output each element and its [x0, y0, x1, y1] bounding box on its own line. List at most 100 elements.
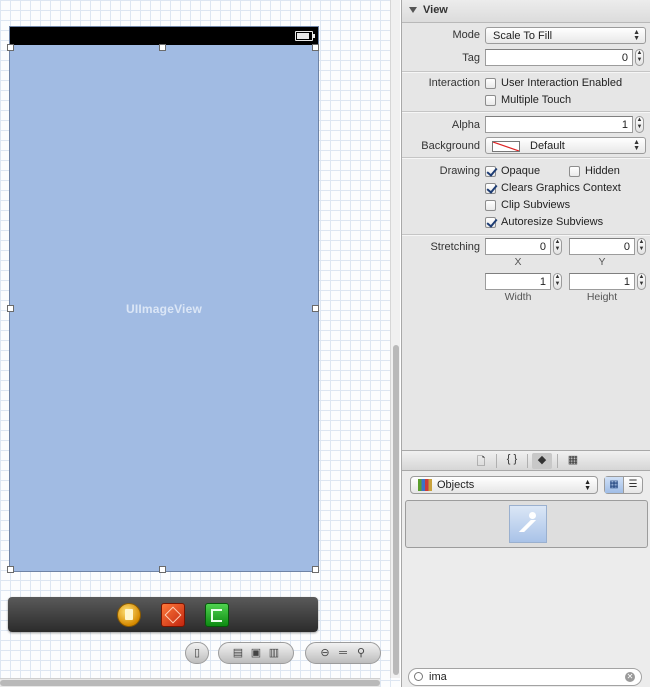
opaque-checkbox[interactable]: Opaque — [485, 164, 540, 178]
library-tab-bar: 🗋 { } ◆ ▦ — [401, 450, 650, 471]
library-search-value: ima — [429, 671, 447, 683]
separator — [402, 71, 650, 73]
vertical-scroll-thumb[interactable] — [393, 345, 399, 675]
image-view-label: UIImageView — [125, 302, 202, 316]
stretch-height-stepper[interactable]: ▲ ▼ — [637, 273, 646, 290]
tag-field[interactable]: 0 — [485, 49, 633, 66]
battery-icon — [295, 31, 315, 41]
user-interaction-checkbox[interactable]: User Interaction Enabled — [485, 76, 622, 90]
resize-handle-bottom-left[interactable] — [7, 566, 14, 573]
resize-handle-bottom-right[interactable] — [312, 566, 319, 573]
color-swatch-icon — [492, 141, 520, 152]
resize-handle-top-left[interactable] — [7, 44, 14, 51]
phone-icon: ▯ — [193, 647, 201, 659]
mode-label: Mode — [452, 29, 480, 41]
mode-value: Scale To Fill — [493, 30, 553, 42]
list-view-icon[interactable]: ☰ — [624, 477, 642, 493]
clear-search-icon[interactable]: ✕ — [625, 672, 635, 682]
hidden-checkbox[interactable]: Hidden — [569, 164, 620, 178]
image-view-library-item[interactable] — [509, 505, 547, 543]
clip-subviews-checkbox[interactable]: Clip Subviews — [485, 198, 570, 212]
stretch-y-stepper[interactable]: ▲ ▼ — [637, 238, 646, 255]
stretch-height-field[interactable]: 1 — [569, 273, 635, 290]
view-controller-icon[interactable] — [161, 603, 185, 627]
alpha-field[interactable]: 1 — [485, 116, 633, 133]
separator — [402, 157, 650, 159]
layout-fill-icon[interactable]: ▣ — [250, 647, 262, 659]
interaction-label: Interaction — [428, 77, 480, 89]
hidden-label: Hidden — [585, 165, 620, 177]
separator — [496, 454, 497, 468]
tag-label: Tag — [462, 52, 480, 64]
stretch-y-caption: Y — [598, 256, 606, 268]
user-interaction-label: User Interaction Enabled — [501, 77, 623, 89]
stretch-x-caption: X — [514, 256, 522, 268]
grid-view-icon[interactable]: ▦ — [605, 477, 624, 493]
attributes-inspector: View Mode Scale To Fill ▲ ▼ Tag 0 ▲ ▼ Inte… — [401, 0, 650, 450]
separator — [557, 454, 558, 468]
stretch-width-stepper[interactable]: ▲ ▼ — [553, 273, 562, 290]
view-section-header[interactable]: View — [402, 0, 650, 23]
zoom-out-icon[interactable]: ⊖ — [319, 647, 331, 659]
scene-dock — [8, 597, 318, 632]
resize-handle-top[interactable] — [159, 44, 166, 51]
multiple-touch-checkbox[interactable]: Multiple Touch — [485, 93, 571, 107]
clears-graphics-context-label: Clears Graphics Context — [501, 182, 621, 194]
library-search-field[interactable]: ima ✕ — [408, 668, 642, 686]
stretch-x-stepper[interactable]: ▲ ▼ — [553, 238, 562, 255]
file-template-icon[interactable]: 🗋 — [471, 453, 491, 469]
resize-handle-left[interactable] — [7, 305, 14, 312]
zoom-in-icon[interactable]: ⚲ — [355, 647, 367, 659]
tag-stepper[interactable]: ▲ ▼ — [635, 49, 644, 66]
alpha-value: 1 — [621, 119, 628, 131]
device-toggle-button[interactable]: ▯ — [185, 642, 209, 664]
layout-right-icon[interactable]: ▥ — [268, 647, 280, 659]
stretch-height-caption: Height — [586, 291, 618, 303]
stretch-width-value: 1 — [539, 276, 546, 288]
checkbox-icon — [485, 77, 496, 89]
checkmark-icon — [485, 165, 496, 177]
alpha-label: Alpha — [451, 119, 480, 131]
mode-popup[interactable]: Scale To Fill ▲ ▼ — [485, 27, 646, 44]
exit-icon[interactable] — [205, 603, 229, 627]
horizontal-scroll-thumb[interactable] — [0, 680, 380, 686]
layout-controls: ▤ ▣ ▥ — [218, 642, 294, 664]
separator — [402, 234, 650, 236]
alpha-stepper[interactable]: ▲ ▼ — [635, 116, 644, 133]
first-responder-icon[interactable] — [117, 603, 141, 627]
code-snippet-icon[interactable]: { } — [502, 453, 522, 469]
multiple-touch-label: Multiple Touch — [501, 94, 572, 106]
autoresize-subviews-checkbox[interactable]: Autoresize Subviews — [485, 215, 603, 229]
stretch-x-field[interactable]: 0 — [485, 238, 551, 255]
stretch-y-field[interactable]: 0 — [569, 238, 635, 255]
background-popup[interactable]: Default ▲ ▼ — [485, 137, 646, 154]
layout-left-icon[interactable]: ▤ — [232, 647, 244, 659]
horizontal-scrollbar[interactable] — [0, 678, 380, 687]
clears-graphics-context-checkbox[interactable]: Clears Graphics Context — [485, 181, 621, 195]
storyboard-canvas[interactable]: UIImageView ▯ ▤ ▣ ▥ ⊖ ═ ⚲ — [0, 0, 400, 687]
media-icon[interactable]: ▦ — [563, 453, 583, 469]
tag-value: 0 — [621, 52, 628, 64]
library-category-popup[interactable]: Objects ▲ ▼ — [410, 476, 598, 494]
stretch-width-field[interactable]: 1 — [485, 273, 551, 290]
resize-handle-bottom[interactable] — [159, 566, 166, 573]
library-results-grid — [405, 500, 648, 548]
checkbox-icon — [485, 199, 496, 211]
disclosure-triangle-icon[interactable] — [409, 7, 417, 13]
vertical-scrollbar[interactable] — [390, 0, 400, 678]
zoom-controls: ⊖ ═ ⚲ — [305, 642, 381, 664]
resize-handle-top-right[interactable] — [312, 44, 319, 51]
zoom-reset-icon[interactable]: ═ — [337, 647, 349, 659]
library-view-toggle: ▦ ☰ — [604, 476, 643, 494]
checkmark-icon — [485, 182, 496, 194]
object-library: Objects ▲ ▼ ▦ ☰ — [401, 471, 650, 687]
resize-handle-right[interactable] — [312, 305, 319, 312]
clip-subviews-label: Clip Subviews — [501, 199, 571, 211]
object-cube-icon[interactable]: ◆ — [532, 453, 552, 469]
opaque-label: Opaque — [501, 165, 541, 177]
separator — [527, 454, 528, 468]
stretch-width-caption: Width — [504, 291, 532, 303]
device-frame[interactable]: UIImageView — [9, 26, 319, 572]
library-category-value: Objects — [437, 479, 475, 491]
books-icon — [418, 479, 432, 491]
